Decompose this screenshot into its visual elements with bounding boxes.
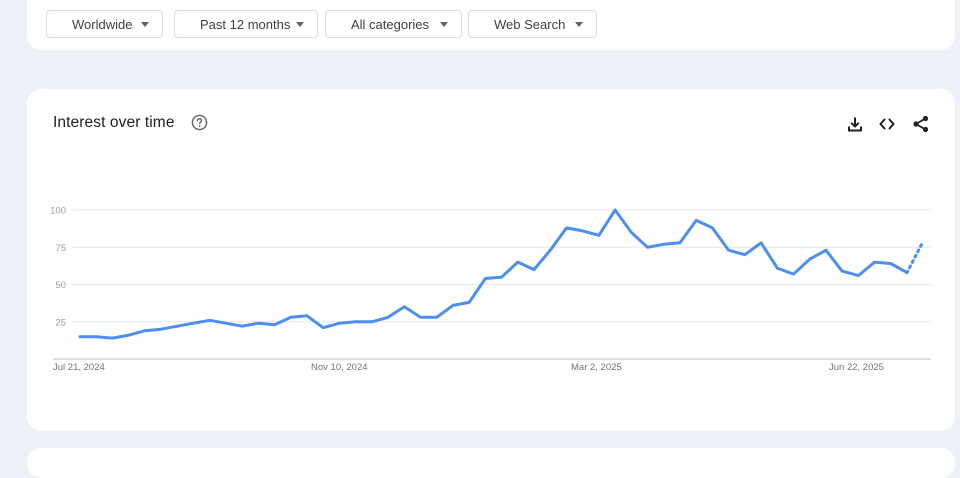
search-type-filter-label: Web Search (494, 16, 566, 32)
x-tick-label: Nov 10, 2024 (311, 362, 368, 373)
chevron-down-icon (440, 22, 448, 27)
chevron-down-icon (575, 22, 583, 27)
time-range-filter-dropdown[interactable]: Past 12 months (174, 10, 318, 38)
series-partial-line-0 (889, 239, 925, 275)
interest-over-time-card: Interest over time 25 50 75 100 Jul 21, 202… (27, 89, 955, 431)
y-tick-label: 75 (55, 243, 66, 254)
category-filter-dropdown[interactable]: All categories (325, 10, 462, 38)
x-tick-label: Jun 22, 2025 (829, 362, 884, 373)
x-tick-label: Mar 2, 2025 (571, 362, 622, 373)
y-tick-label: 25 (55, 317, 66, 328)
chevron-down-icon (296, 22, 304, 27)
filters-bar: Worldwide Past 12 months All categories … (27, 0, 955, 50)
region-filter-dropdown[interactable]: Worldwide (46, 10, 163, 38)
series-line-0 (78, 208, 909, 340)
time-range-filter-label: Past 12 months (200, 16, 291, 32)
chevron-down-icon (141, 22, 149, 27)
interest-chart: 25 50 75 100 Jul 21, 2024 Nov 10, 2024 Mar 2,… (50, 206, 931, 373)
x-tick-label: Jul 21, 2024 (53, 362, 105, 373)
region-filter-label: Worldwide (72, 16, 133, 32)
search-type-filter-dropdown[interactable]: Web Search (468, 10, 597, 38)
category-filter-label: All categories (351, 16, 430, 32)
y-tick-label: 100 (50, 206, 66, 217)
y-tick-label: 50 (55, 280, 66, 291)
